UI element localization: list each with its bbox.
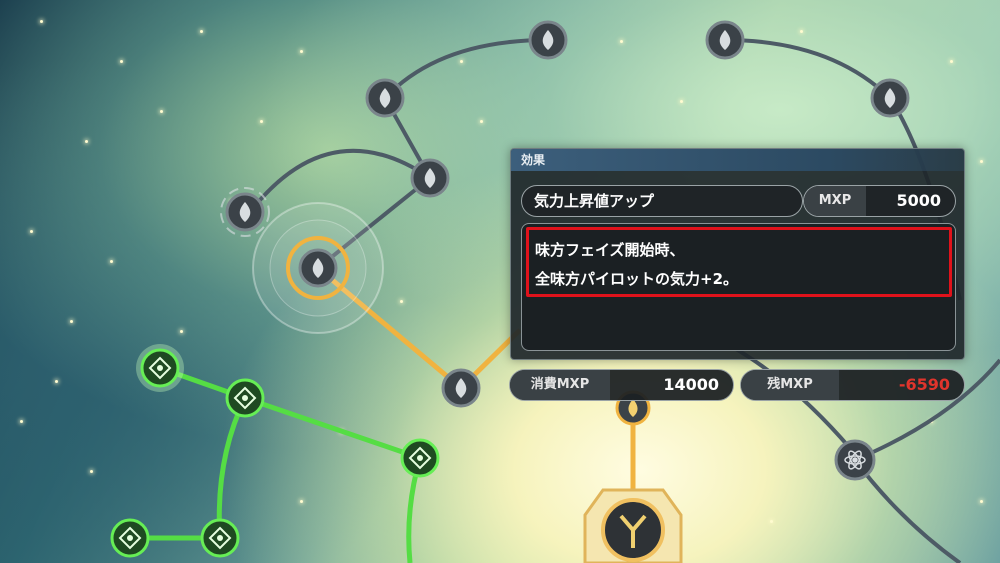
skill-mxp-cost: MXP 5000 — [803, 185, 956, 217]
skill-node-flame[interactable] — [528, 20, 568, 60]
skill-effect-panel: 効果 気力上昇値アップ MXP 5000 味方フェイズ開始時、 全味方パイロット… — [510, 148, 965, 360]
skill-node-flame[interactable] — [870, 78, 910, 118]
cost-label: 消費MXP — [510, 370, 610, 400]
description-line-1: 味方フェイズ開始時、 — [535, 241, 685, 259]
skill-node-flame[interactable] — [410, 158, 450, 198]
skill-tree-root-node[interactable] — [583, 488, 683, 563]
mxp-value: 5000 — [896, 191, 941, 210]
skill-node-selected[interactable] — [252, 202, 384, 334]
description-highlight: 味方フェイズ開始時、 全味方パイロットの気力+2。 — [526, 227, 952, 297]
description-line-2: 全味方パイロットの気力+2。 — [535, 270, 739, 288]
skill-node-learned[interactable] — [200, 518, 240, 558]
skill-node-atom[interactable] — [834, 439, 876, 481]
skill-node-flame[interactable] — [365, 78, 405, 118]
skill-description-box: 味方フェイズ開始時、 全味方パイロットの気力+2。 — [521, 223, 956, 351]
mxp-label: MXP — [804, 186, 866, 216]
remaining-mxp: 残MXP -6590 — [740, 369, 965, 401]
skill-name: 気力上昇値アップ — [521, 185, 803, 217]
skill-node-learned[interactable] — [400, 438, 440, 478]
remaining-value: -6590 — [898, 375, 950, 394]
panel-title: 効果 — [511, 149, 964, 171]
skill-node-flame[interactable] — [220, 187, 270, 237]
skill-node-learned[interactable] — [225, 378, 265, 418]
cost-value: 14000 — [663, 375, 719, 394]
skill-node-learned[interactable] — [136, 344, 184, 392]
skill-node-learned[interactable] — [110, 518, 150, 558]
remaining-label: 残MXP — [741, 370, 839, 400]
skill-node-flame[interactable] — [705, 20, 745, 60]
skill-node-flame[interactable] — [441, 368, 481, 408]
total-cost-mxp: 消費MXP 14000 — [509, 369, 734, 401]
